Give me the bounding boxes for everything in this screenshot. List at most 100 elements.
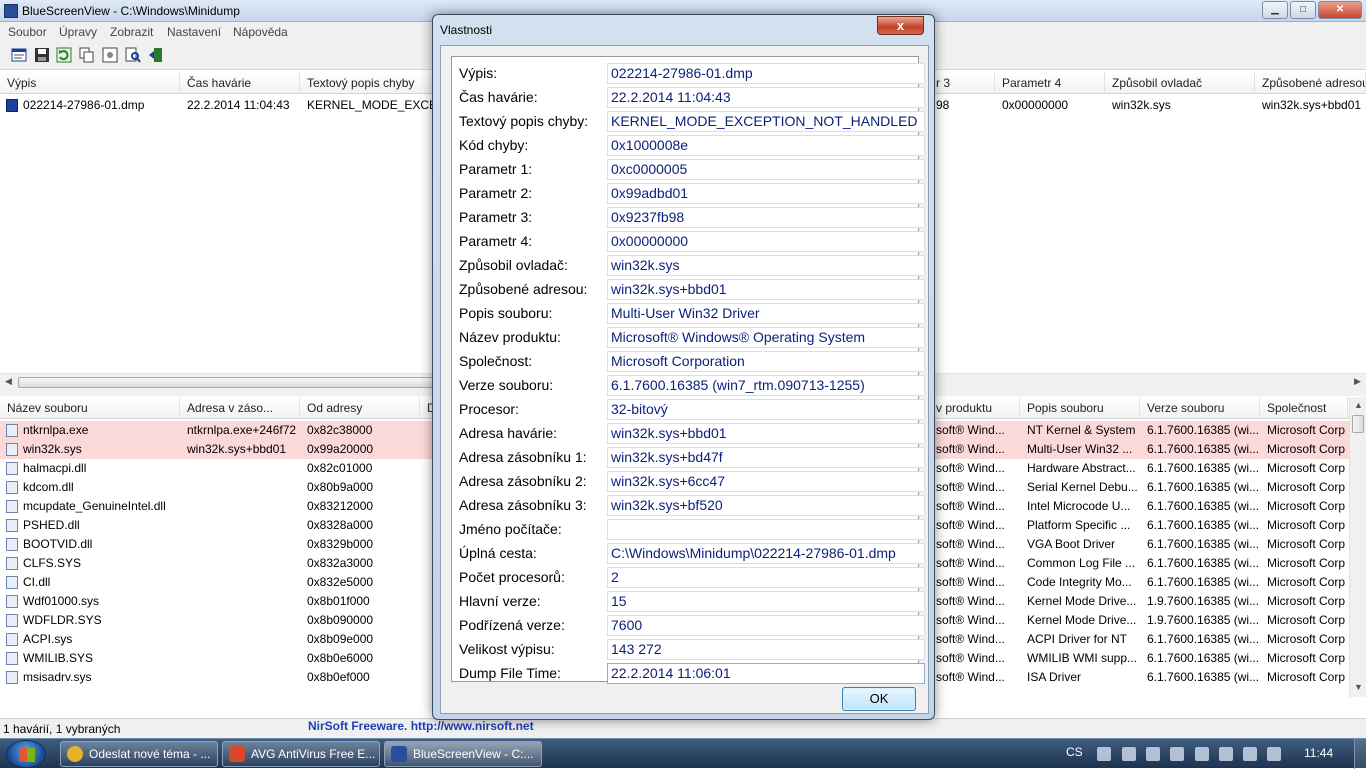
property-row: Jméno počítače: <box>452 518 925 542</box>
property-value-field[interactable]: win32k.sys+bd47f <box>607 447 925 468</box>
property-row: Adresa zásobníku 1: win32k.sys+bd47f <box>452 446 925 470</box>
menu-soubor[interactable]: Soubor <box>8 25 47 39</box>
column-spolecnost[interactable]: Společnost <box>1260 397 1348 419</box>
column-adresa-v-zasobniku[interactable]: Adresa v záso... <box>180 397 300 419</box>
close-button[interactable]: ✕ <box>1318 1 1362 19</box>
scroll-down-icon[interactable]: ▼ <box>1354 682 1363 692</box>
bluescreenview-icon <box>391 746 407 762</box>
column-nazev-souboru[interactable]: Název souboru <box>0 397 180 419</box>
column-nazev-produktu[interactable]: v produktu <box>929 397 1020 419</box>
property-value-field[interactable]: Multi-User Win32 Driver <box>607 303 925 324</box>
show-desktop-button[interactable] <box>1354 739 1366 769</box>
tray-network-icon[interactable] <box>1219 747 1233 761</box>
property-value-field[interactable]: 0x1000008e <box>607 135 925 156</box>
property-row: Textový popis chyby: KERNEL_MODE_EXCEPTIO… <box>452 110 925 134</box>
taskbar-item-avg[interactable]: AVG AntiVirus Free E... <box>222 741 380 767</box>
property-value-field[interactable]: 7600 <box>607 615 925 636</box>
cell-ver: 6.1.7600.16385 (wi... <box>1147 632 1260 646</box>
tray-pen-icon[interactable] <box>1170 747 1184 761</box>
exit-button[interactable] <box>147 46 165 64</box>
cell-name: WDFLDR.SYS <box>23 613 102 627</box>
tray-clipboard-icon[interactable] <box>1146 747 1160 761</box>
property-row: Parametr 3: 0x9237fb98 <box>452 206 925 230</box>
bottom-vertical-scrollbar[interactable]: ▲ ▼ <box>1349 397 1366 697</box>
cell-name: ACPI.sys <box>23 632 73 646</box>
property-value-field[interactable]: 0x00000000 <box>607 231 925 252</box>
column-popis-souboru[interactable]: Popis souboru <box>1020 397 1140 419</box>
menu-napoveda[interactable]: Nápověda <box>233 25 288 39</box>
property-value-field[interactable]: Microsoft® Windows® Operating System <box>607 327 925 348</box>
maximize-button[interactable]: □ <box>1290 1 1316 19</box>
ok-button[interactable]: OK <box>842 687 916 711</box>
taskbar-clock[interactable]: 11:44 <box>1304 746 1333 760</box>
scroll-up-icon[interactable]: ▲ <box>1354 400 1363 410</box>
property-value-field[interactable]: Microsoft Corporation <box>607 351 925 372</box>
column-vypis[interactable]: Výpis <box>0 72 180 94</box>
tray-signal-icon[interactable] <box>1243 747 1257 761</box>
menu-nastaveni[interactable]: Nastavení <box>167 25 221 39</box>
property-value-field[interactable]: 32-bitový <box>607 399 925 420</box>
menu-upravy[interactable]: Úpravy <box>59 25 97 39</box>
property-value-field[interactable] <box>607 519 925 540</box>
property-value-field[interactable]: 22.2.2014 11:06:01 <box>607 663 925 684</box>
property-row: Verze souboru: 6.1.7600.16385 (win7_rtm.0… <box>452 374 925 398</box>
cell-name: mcupdate_GenuineIntel.dll <box>23 499 166 513</box>
property-value-field[interactable]: win32k.sys+bbd01 <box>607 279 925 300</box>
property-value-field[interactable]: win32k.sys+6cc47 <box>607 471 925 492</box>
scroll-right-icon[interactable]: ▶ <box>1354 376 1361 387</box>
column-od-adresy[interactable]: Od adresy <box>300 397 420 419</box>
property-row: Způsobil ovladač: win32k.sys <box>452 254 925 278</box>
refresh-button[interactable] <box>55 46 73 64</box>
menu-zobrazit[interactable]: Zobrazit <box>110 25 153 39</box>
property-value-field[interactable]: 022214-27986-01.dmp <box>607 63 925 84</box>
property-value-field[interactable]: 0x99adbd01 <box>607 183 925 204</box>
copy-button[interactable] <box>78 46 96 64</box>
tray-tool-icon[interactable] <box>1122 747 1136 761</box>
property-value-field[interactable]: win32k.sys+bf520 <box>607 495 925 516</box>
volume-icon[interactable] <box>1267 747 1281 761</box>
save-button[interactable] <box>33 46 51 64</box>
cell-from: 0x82c01000 <box>307 461 373 475</box>
property-value-field[interactable]: C:\Windows\Minidump\022214-27986-01.dmp <box>607 543 925 564</box>
taskbar-item-chrome[interactable]: Odeslat nové téma - ... <box>60 741 218 767</box>
nirsoft-link[interactable]: NirSoft Freeware. http://www.nirsoft.net <box>308 719 534 733</box>
cell-prod: soft® Wind... <box>936 670 1005 684</box>
find-button[interactable] <box>124 46 142 64</box>
column-textovy-popis[interactable]: Textový popis chyby <box>300 72 440 94</box>
cell-parametr-3: 98 <box>936 98 950 112</box>
property-value-field[interactable]: 143 272 <box>607 639 925 660</box>
property-value-field[interactable]: win32k.sys+bbd01 <box>607 423 925 444</box>
scroll-left-icon[interactable]: ◀ <box>5 376 12 387</box>
column-zpusobene-adresou[interactable]: Způsobené adresou <box>1255 72 1366 94</box>
properties-dialog: Vlastnosti x Výpis: 022214-27986-01.dmp Ča… <box>432 14 935 720</box>
column-parametr-4[interactable]: Parametr 4 <box>995 72 1105 94</box>
cell-name: msisadrv.sys <box>23 670 92 684</box>
property-value-field[interactable]: win32k.sys <box>607 255 925 276</box>
column-parametr-3[interactable]: r 3 <box>929 72 995 94</box>
language-indicator[interactable]: CS <box>1066 745 1083 759</box>
start-button[interactable] <box>6 740 46 768</box>
tray-app-icon[interactable] <box>1097 747 1111 761</box>
property-value-field[interactable]: 22.2.2014 11:04:43 <box>607 87 925 108</box>
cell-company: Microsoft Corp <box>1267 670 1346 684</box>
property-value-field[interactable]: 15 <box>607 591 925 612</box>
taskbar-item-bluescreenview[interactable]: BlueScreenView - C:... <box>384 741 542 767</box>
cell-desc: ACPI Driver for NT <box>1027 632 1128 646</box>
vertical-scroll-thumb[interactable] <box>1352 415 1364 433</box>
column-cas-havarie[interactable]: Čas havárie <box>180 72 300 94</box>
property-value-field[interactable]: 6.1.7600.16385 (win7_rtm.090713-1255) <box>607 375 925 396</box>
cell-company: Microsoft Corp <box>1267 537 1346 551</box>
column-verze-souboru[interactable]: Verze souboru <box>1140 397 1260 419</box>
property-value-field[interactable]: KERNEL_MODE_EXCEPTION_NOT_HANDLED <box>607 111 925 132</box>
property-value-field[interactable]: 2 <box>607 567 925 588</box>
advanced-options-button[interactable] <box>101 46 119 64</box>
properties-button[interactable] <box>10 46 28 64</box>
status-summary: 1 havárií, 1 vybraných <box>3 722 121 736</box>
cell-prod: soft® Wind... <box>936 651 1005 665</box>
tray-flag-icon[interactable] <box>1195 747 1209 761</box>
property-value-field[interactable]: 0x9237fb98 <box>607 207 925 228</box>
minimize-button[interactable]: ▁ <box>1262 1 1288 19</box>
dialog-close-button[interactable]: x <box>877 16 924 35</box>
property-value-field[interactable]: 0xc0000005 <box>607 159 925 180</box>
column-zpusobil-ovladac[interactable]: Způsobil ovladač <box>1105 72 1255 94</box>
